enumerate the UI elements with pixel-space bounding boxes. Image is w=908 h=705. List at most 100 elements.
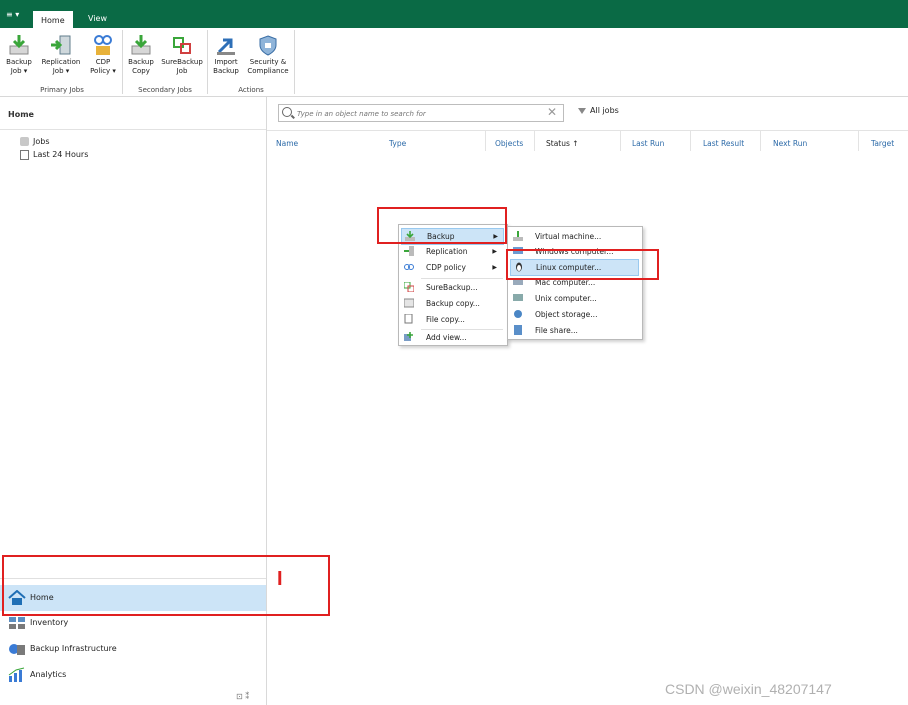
menu-item-surebackup[interactable]: SureBackup...: [401, 280, 502, 295]
nav-analytics[interactable]: Analytics: [0, 662, 266, 688]
column-separator: [690, 131, 691, 151]
backup-copy-icon: [403, 298, 415, 308]
tree-item-jobs[interactable]: Jobs: [20, 136, 50, 148]
menu-separator: [421, 278, 503, 279]
cdp-policy-label: CDP: [95, 58, 111, 66]
clear-search-icon[interactable]: ✕: [547, 105, 557, 119]
replication-job-label: Replication: [41, 58, 81, 66]
cdp-policy-icon: [92, 34, 114, 56]
submenu-arrow-icon: ▶: [492, 248, 497, 255]
import-backup-label: Import: [214, 58, 238, 66]
shield-icon: [257, 34, 279, 56]
menu-item-file-copy-label: File copy...: [426, 315, 465, 324]
menu-item-backup-copy[interactable]: Backup copy...: [401, 296, 502, 311]
backup-submenu: Virtual machine... Windows computer... L…: [507, 226, 643, 340]
submenu-item-object-storage-label: Object storage...: [535, 310, 598, 319]
column-separator: [760, 131, 761, 151]
surebackup-icon: [403, 281, 415, 293]
title-tab-bar: [0, 0, 908, 28]
backup-infrastructure-icon: [8, 641, 26, 657]
search-input[interactable]: [295, 106, 539, 121]
tab-home[interactable]: Home: [33, 9, 73, 30]
tab-view[interactable]: View: [80, 9, 115, 28]
column-type[interactable]: Type: [389, 139, 406, 148]
virtual-machine-icon: [513, 231, 523, 241]
replication-job-icon: [50, 34, 72, 56]
menu-item-file-copy[interactable]: File copy...: [401, 312, 502, 327]
column-name[interactable]: Name: [276, 139, 298, 148]
submenu-item-virtual-machine[interactable]: Virtual machine...: [510, 229, 638, 244]
submenu-arrow-icon: ▶: [492, 264, 497, 271]
cdp-policy-sublabel: Policy ▾: [90, 67, 116, 75]
security-compliance-button[interactable]: Security & Compliance: [244, 30, 292, 88]
backup-copy-label: Backup: [128, 58, 154, 66]
filter-all-jobs[interactable]: All jobs: [578, 106, 619, 115]
menu-item-add-view-label: Add view...: [426, 333, 467, 342]
nav-analytics-label: Analytics: [30, 670, 67, 679]
ribbon-group-separator: [294, 30, 295, 94]
replication-job-sublabel: Job ▾: [52, 67, 70, 75]
group-actions: Actions: [238, 86, 264, 94]
search-box[interactable]: ✕: [278, 104, 564, 122]
surebackup-job-icon: [171, 34, 193, 56]
surebackup-job-button[interactable]: SureBackup Job: [160, 30, 204, 88]
file-share-icon: [513, 325, 523, 335]
ribbon-group-separator: [207, 30, 208, 94]
menu-item-backup-copy-label: Backup copy...: [426, 299, 480, 308]
group-secondary-jobs: Secondary Jobs: [138, 86, 192, 94]
left-panel-title: Home: [8, 110, 34, 119]
annotation-cursor-mark: I: [277, 568, 283, 590]
file-copy-icon: [404, 313, 414, 324]
security-compliance-sublabel: Compliance: [247, 67, 289, 75]
tree-item-jobs-label: Jobs: [33, 137, 50, 146]
backup-job-button[interactable]: Backup Job ▾: [4, 30, 34, 88]
column-status[interactable]: Status ↑: [546, 139, 579, 148]
tree-item-last-24-hours-label: Last 24 Hours: [33, 150, 89, 159]
annotation-box-backup: [377, 207, 507, 244]
analytics-icon: [8, 667, 26, 683]
jobs-icon: [20, 137, 29, 146]
backup-copy-icon: [130, 34, 152, 56]
menu-item-cdp-policy-label: CDP policy: [426, 263, 466, 272]
column-separator: [534, 131, 535, 151]
watermark: CSDN @weixin_48207147: [665, 681, 832, 697]
replication-job-button[interactable]: Replication Job ▾: [38, 30, 84, 88]
column-separator: [620, 131, 621, 151]
tree-item-last-24-hours[interactable]: Last 24 Hours: [20, 149, 88, 161]
nav-backup-infrastructure[interactable]: Backup Infrastructure: [0, 636, 266, 662]
filter-icon: [578, 107, 586, 114]
menu-item-replication-label: Replication: [426, 247, 468, 256]
cdp-icon: [404, 262, 414, 272]
backup-job-label: Backup: [6, 58, 32, 66]
import-backup-icon: [215, 34, 237, 56]
menu-item-surebackup-label: SureBackup...: [426, 283, 478, 292]
menu-item-cdp-policy[interactable]: CDP policy ▶: [401, 260, 502, 275]
submenu-item-object-storage[interactable]: Object storage...: [510, 307, 638, 322]
unix-icon: [513, 293, 523, 303]
column-last-run[interactable]: Last Run: [632, 139, 664, 148]
surebackup-job-label: SureBackup: [161, 58, 203, 66]
group-primary-jobs: Primary Jobs: [40, 86, 84, 94]
cdp-policy-button[interactable]: CDP Policy ▾: [86, 30, 120, 88]
column-target[interactable]: Target: [871, 139, 894, 148]
object-storage-icon: [513, 309, 523, 319]
backup-job-icon: [8, 34, 30, 56]
backup-job-sublabel: Job ▾: [10, 67, 28, 75]
column-separator: [485, 131, 486, 151]
backup-copy-button[interactable]: Backup Copy: [124, 30, 158, 88]
submenu-item-unix-computer[interactable]: Unix computer...: [510, 291, 638, 306]
nav-backup-infrastructure-label: Backup Infrastructure: [30, 644, 117, 653]
filter-label: All jobs: [590, 106, 619, 115]
import-backup-button[interactable]: Import Backup: [210, 30, 242, 88]
import-backup-sublabel: Backup: [213, 67, 239, 75]
submenu-item-file-share-label: File share...: [535, 326, 578, 335]
main-menu-button[interactable]: ≡ ▾: [6, 10, 19, 19]
menu-item-replication[interactable]: Replication ▶: [401, 244, 502, 259]
menu-item-add-view[interactable]: Add view...: [401, 330, 502, 345]
column-objects[interactable]: Objects: [495, 139, 523, 148]
column-next-run[interactable]: Next Run: [773, 139, 807, 148]
column-last-result[interactable]: Last Result: [703, 139, 744, 148]
nav-overflow-icon[interactable]: ⊡ ⁑: [236, 692, 249, 701]
submenu-item-file-share[interactable]: File share...: [510, 323, 638, 338]
submenu-item-virtual-machine-label: Virtual machine...: [535, 232, 602, 241]
